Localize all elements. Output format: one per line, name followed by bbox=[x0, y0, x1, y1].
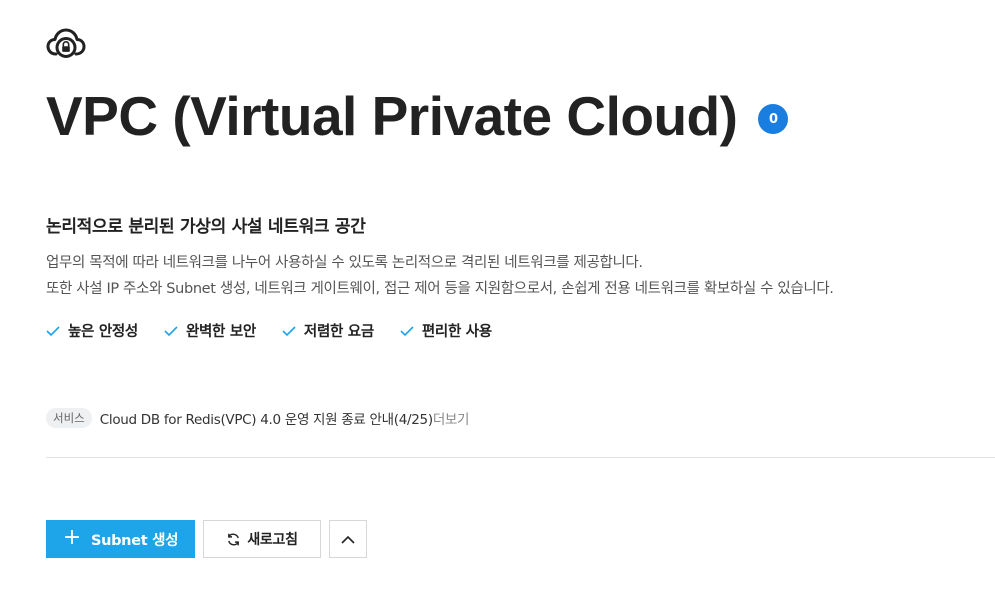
check-icon bbox=[400, 325, 414, 336]
feature-label: 편리한 사용 bbox=[421, 324, 492, 340]
feature-item: 저렴한 요금 bbox=[282, 320, 374, 341]
notice-more-link[interactable]: 더보기 bbox=[433, 408, 470, 428]
check-icon bbox=[46, 325, 60, 336]
notice-link[interactable]: Cloud DB for Redis(VPC) 4.0 운영 지원 종료 안내(… bbox=[100, 408, 433, 428]
create-subnet-label: Subnet 생성 bbox=[90, 532, 179, 549]
intro-description: 업무의 목적에 따라 네트워크를 나누어 사용하실 수 있도록 논리적으로 격리… bbox=[46, 250, 834, 302]
check-icon bbox=[282, 325, 296, 336]
refresh-button[interactable]: 새로고침 bbox=[203, 520, 321, 558]
toolbar: + Subnet 생성 새로고침 bbox=[46, 520, 367, 558]
description-line-1: 업무의 목적에 따라 네트워크를 나누어 사용하실 수 있도록 논리적으로 격리… bbox=[46, 255, 643, 271]
page-title: VPC (Virtual Private Cloud) bbox=[46, 85, 738, 147]
create-subnet-button[interactable]: + Subnet 생성 bbox=[46, 520, 195, 558]
feature-item: 완벽한 보안 bbox=[164, 320, 256, 341]
cloud-lock-icon bbox=[46, 28, 86, 58]
feature-list: 높은 안정성 완벽한 보안 저렴한 요금 편리한 사용 bbox=[46, 320, 492, 341]
service-notice: 서비스 Cloud DB for Redis(VPC) 4.0 운영 지원 종료… bbox=[46, 408, 469, 428]
notice-badge: 서비스 bbox=[46, 408, 92, 428]
feature-item: 편리한 사용 bbox=[400, 320, 492, 341]
feature-label: 완벽한 보안 bbox=[185, 324, 256, 340]
description-line-2: 또한 사설 IP 주소와 Subnet 생성, 네트워크 게이트웨이, 접근 제… bbox=[46, 281, 834, 297]
refresh-icon bbox=[228, 533, 240, 545]
chevron-up-icon bbox=[341, 535, 355, 544]
plus-icon: + bbox=[62, 525, 81, 550]
check-icon bbox=[164, 325, 178, 336]
feature-label: 높은 안정성 bbox=[68, 324, 138, 340]
title-row: VPC (Virtual Private Cloud) 0 bbox=[46, 84, 789, 148]
divider bbox=[46, 457, 995, 458]
feature-item: 높은 안정성 bbox=[46, 320, 138, 341]
collapse-button[interactable] bbox=[329, 520, 367, 558]
intro-heading: 논리적으로 분리된 가상의 사설 네트워크 공간 bbox=[46, 217, 366, 237]
refresh-label: 새로고침 bbox=[247, 532, 298, 548]
feature-label: 저렴한 요금 bbox=[303, 324, 374, 340]
count-badge: 0 bbox=[758, 104, 789, 134]
